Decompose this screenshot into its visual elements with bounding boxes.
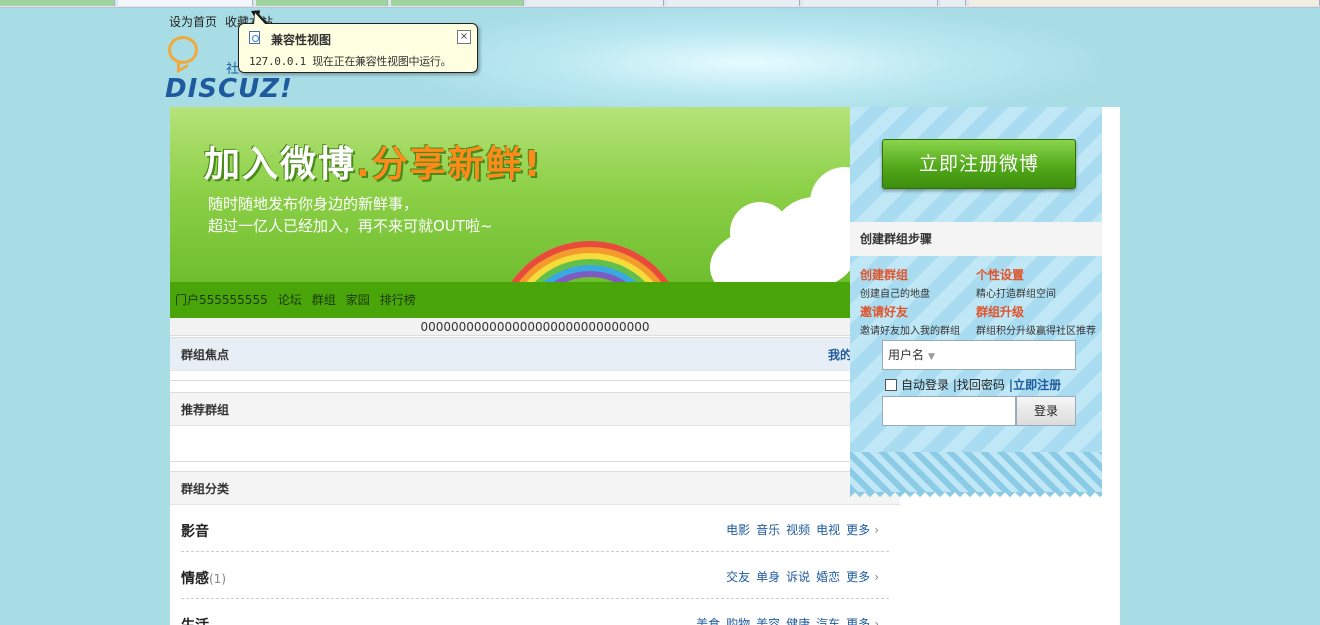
category-link[interactable]: 电影 [726,523,750,537]
category-link[interactable]: 音乐 [756,523,780,537]
category-link[interactable]: 诉说 [786,570,810,584]
side-panel: 立即注册微博 创建群组步骤 创建群组 创建自己的地盘 个性设置 精心打造群组空间 邀… [850,107,1102,498]
set-homepage-link[interactable]: 设为首页 [169,15,217,29]
category-links: 美食 购物 美容 健康 汽车 更多 › [690,615,879,625]
category-links: 电影 音乐 视频 电视 更多 › [720,521,879,538]
nav-group[interactable]: 群组 [312,282,336,318]
group-focus-body [170,371,900,381]
background-glow [400,8,1100,118]
category-links: 交友 单身 诉说 婚恋 更多 › [720,568,879,585]
logo-bubble-icon [168,36,198,64]
banner-line-1: 随时随地发布你身边的新鲜事， [208,195,419,213]
category-link[interactable]: 电视 [816,523,840,537]
browser-tab[interactable] [667,0,800,6]
step-upgrade-group: 群组升级 群组积分升级赢得社区推荐 [976,305,1096,337]
recommend-groups-header: 推荐群组 [170,392,900,426]
register-weibo-button[interactable]: 立即注册微博 [882,139,1076,189]
browser-tab[interactable] [0,0,115,6]
login-options: 自动登录 |找回密码 |立即注册 [885,376,1061,393]
cloud-graphic [730,202,790,262]
close-icon[interactable]: × [457,30,471,44]
auto-login-checkbox[interactable] [885,379,897,391]
login-button[interactable]: 登录 [1016,396,1076,426]
category-name[interactable]: 情感(1) [181,568,226,588]
group-category-title: 群组分类 [181,482,230,496]
banner-slogan: 加入微博.分享新鲜! [204,144,543,185]
browser-tab-strip [0,0,1320,8]
browser-tab[interactable] [391,0,524,6]
recommend-groups-body [170,426,900,462]
more-link[interactable]: 更多 [846,617,870,625]
nav-ranking[interactable]: 排行榜 [380,282,416,318]
password-field[interactable] [882,396,1016,426]
step-invite-friends: 邀请好友 邀请好友加入我的群组 [860,305,960,337]
rainbow-graphic [460,207,720,282]
category-link[interactable]: 婚恋 [816,570,840,584]
category-name[interactable]: 影音 [181,521,209,541]
compat-view-tooltip: 兼容性视图 127.0.0.1 现在正在兼容性视图中运行。 × [238,10,478,73]
nav-forum[interactable]: 论坛 [278,282,302,318]
browser-tab[interactable] [256,0,388,6]
group-focus-title: 群组焦点 [181,348,230,362]
steps-title: 创建群组步骤 [850,222,1102,256]
nav-home[interactable]: 家园 [346,282,370,318]
recommend-groups-title: 推荐群组 [181,403,230,417]
chevron-right-icon: › [874,523,879,537]
new-tab-button[interactable] [941,0,966,6]
category-link[interactable]: 购物 [726,617,750,625]
nav-portal[interactable]: 门户555555555 [175,282,268,318]
more-link[interactable]: 更多 [846,570,870,584]
group-focus-header: 群组焦点 我的 [170,337,900,371]
tooltip-tail-fill [254,13,266,25]
weibo-banner[interactable]: 加入微博.分享新鲜! 随时随地发布你身边的新鲜事， 超过一亿人已经加入，再不来可… [170,107,850,282]
browser-tab[interactable] [118,0,253,6]
username-field[interactable]: 用户名 ▼ [882,340,1076,370]
step-personalize: 个性设置 精心打造群组空间 [976,268,1056,300]
more-link[interactable]: 更多 [846,523,870,537]
find-password-link[interactable]: |找回密码 [953,378,1005,392]
category-link[interactable]: 美容 [756,617,780,625]
group-category-header: 群组分类 [170,471,900,505]
document-icon [249,31,260,44]
notice-bar: 000000000000000000000000000000 [170,318,900,336]
decorative-zigzag [850,452,1102,498]
category-row: 生活 美食购物美容健康汽车更多 › [181,600,889,625]
logo-text: DISCUZ! [165,74,293,104]
register-link[interactable]: |立即注册 [1009,378,1061,392]
category-link[interactable]: 汽车 [816,617,840,625]
category-link[interactable]: 交友 [726,570,750,584]
browser-tab[interactable] [803,0,938,6]
step-create-group: 创建群组 创建自己的地盘 [860,268,930,300]
my-groups-link[interactable]: 我的 [828,338,852,372]
category-link[interactable]: 健康 [786,617,810,625]
tab-strip-empty [969,0,1320,6]
banner-line-2: 超过一亿人已经加入，再不来可就OUT啦~ [208,217,493,235]
tooltip-title: 兼容性视图 [249,31,467,48]
main-nav: 门户555555555 论坛 群组 家园 排行榜 [170,282,850,318]
category-name[interactable]: 生活 [181,615,209,625]
auto-login-label: 自动登录 [901,378,950,392]
category-link[interactable]: 美食 [696,617,720,625]
dropdown-arrow-icon: ▼ [928,352,935,362]
tooltip-message: 127.0.0.1 现在正在兼容性视图中运行。 [249,55,452,68]
tooltip-title-text: 兼容性视图 [271,33,332,47]
category-row: 影音 电影 音乐 视频 电视 更多 › [181,506,889,552]
browser-tab[interactable] [527,0,664,6]
category-row: 情感(1) 交友 单身 诉说 婚恋 更多 › [181,553,889,599]
category-link[interactable]: 单身 [756,570,780,584]
chevron-right-icon: › [874,617,879,625]
chevron-right-icon: › [874,570,879,584]
category-link[interactable]: 视频 [786,523,810,537]
